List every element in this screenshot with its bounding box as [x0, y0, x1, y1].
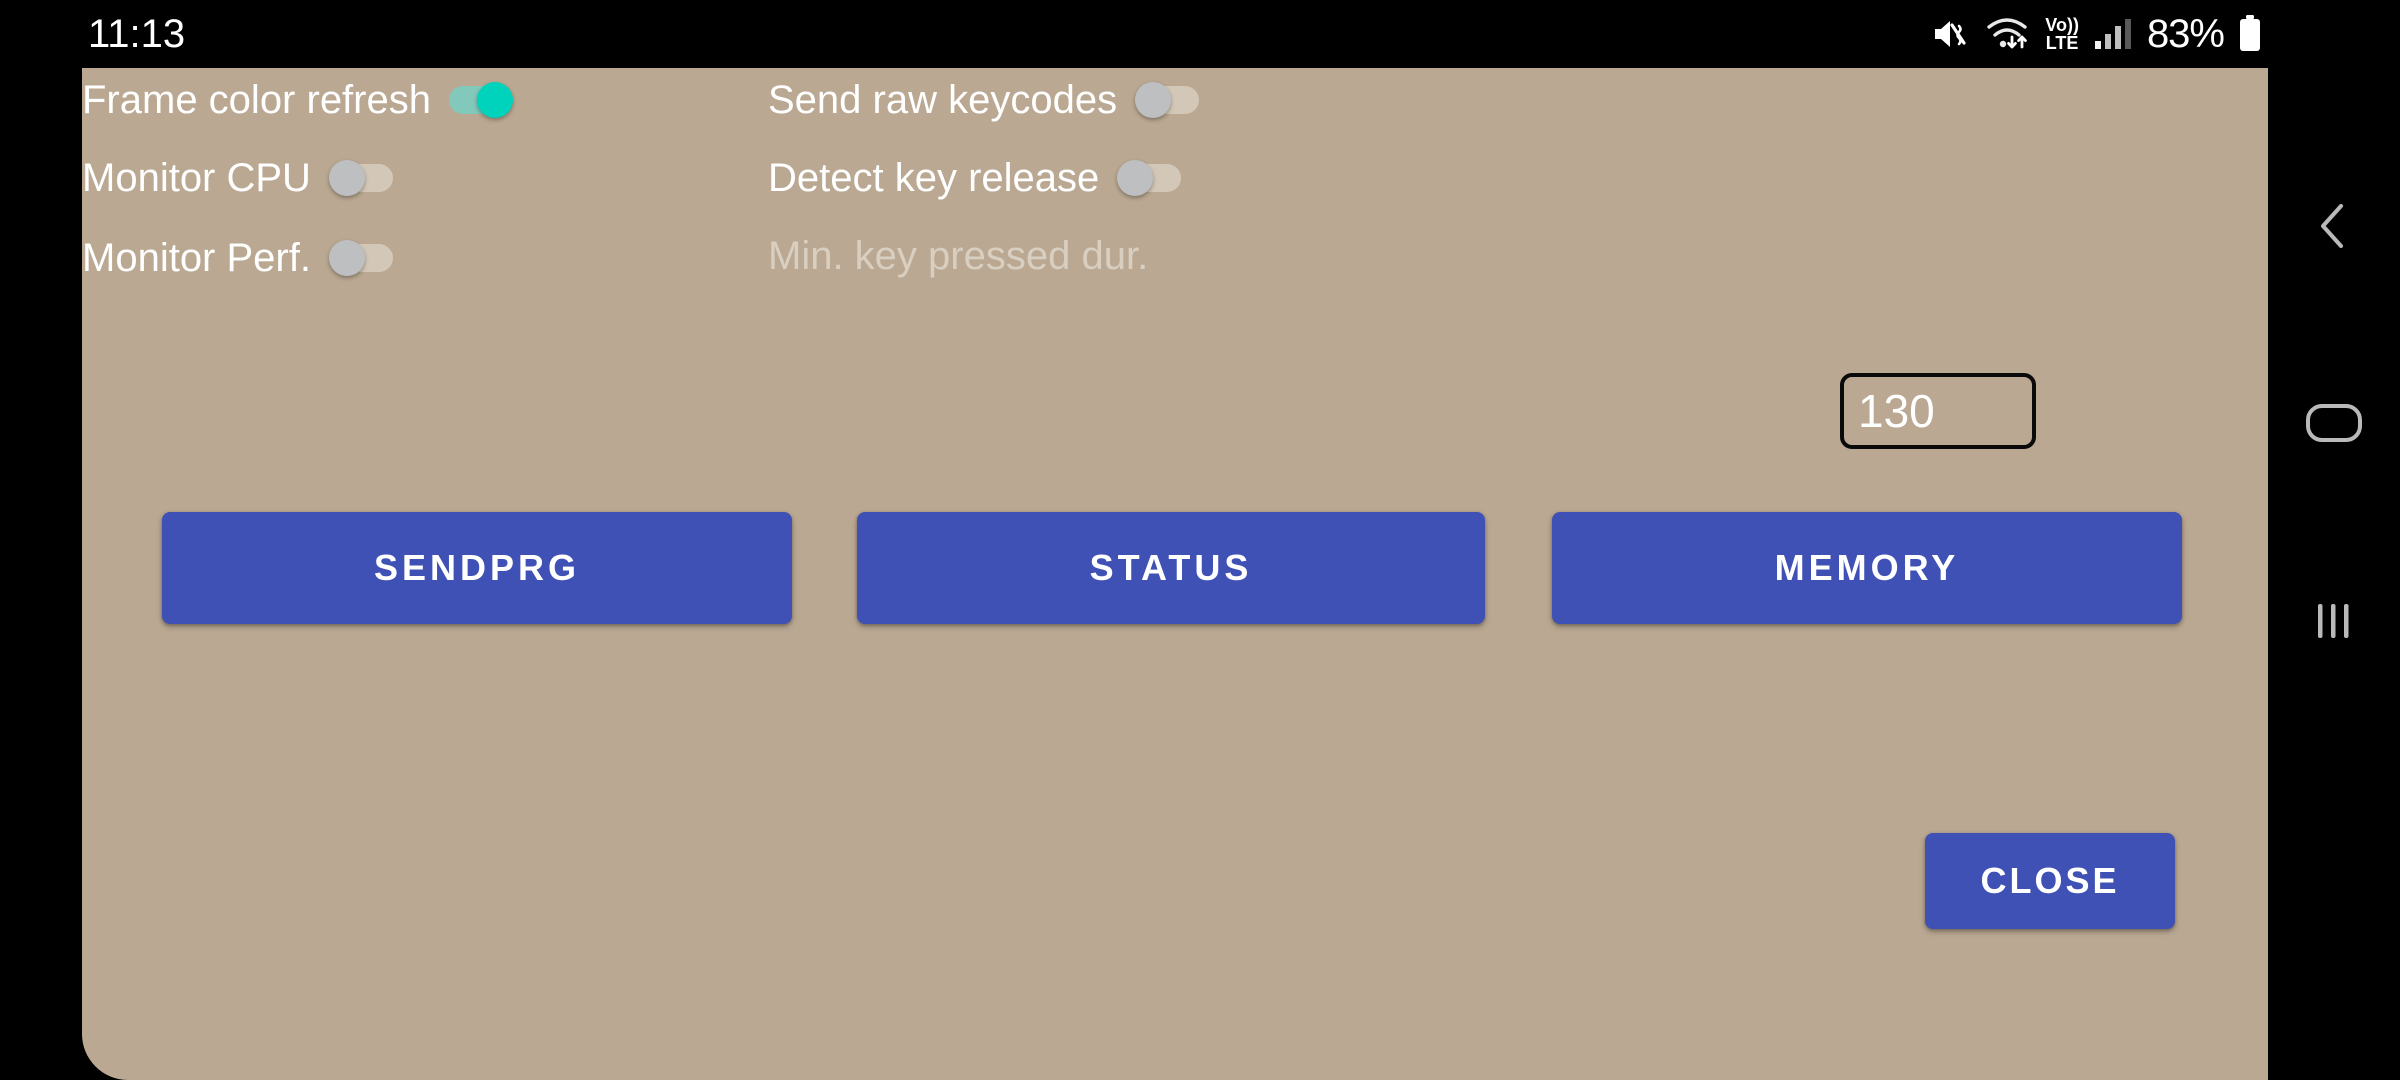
cellular-signal-icon [2093, 17, 2133, 51]
setting-row-min-key-pressed-dur: Min. key pressed dur. [768, 236, 1148, 276]
volte-icon: Vo)) LTE [2045, 16, 2079, 52]
toggle-send-raw-keycodes[interactable] [1135, 82, 1200, 118]
setting-row-monitor-cpu[interactable]: Monitor CPU [82, 158, 393, 198]
settings-dialog: Frame color refresh Monitor CPU Monitor … [82, 68, 2268, 1080]
toggle-thumb [328, 160, 365, 196]
sendprg-button[interactable]: SENDPRG [162, 512, 792, 624]
volte-label-top: Vo)) [2045, 15, 2079, 35]
close-button[interactable]: CLOSE [1925, 833, 2175, 929]
min-key-pressed-dur-value: 130 [1858, 385, 1935, 437]
toggle-monitor-cpu[interactable] [328, 160, 393, 196]
toggle-thumb [328, 240, 365, 276]
setting-label-min-key-pressed-dur: Min. key pressed dur. [768, 234, 1149, 278]
toggle-frame-color-refresh[interactable] [448, 82, 513, 118]
battery-icon [2238, 15, 2262, 53]
recents-icon[interactable] [2299, 586, 2369, 656]
setting-label-monitor-perf: Monitor Perf. [82, 236, 311, 280]
toggle-thumb [476, 82, 513, 118]
setting-row-detect-key-release[interactable]: Detect key release [768, 156, 1182, 200]
mute-vibrate-icon [1931, 16, 1971, 52]
status-bar: 11:13 Vo)) LTE 83% [0, 0, 2400, 68]
status-clock: 11:13 [88, 11, 186, 56]
setting-label-detect-key-release: Detect key release [768, 156, 1100, 200]
home-icon[interactable] [2299, 388, 2369, 458]
toggle-detect-key-release[interactable] [1117, 160, 1182, 196]
back-icon[interactable] [2299, 191, 2369, 261]
setting-row-frame-color-refresh[interactable]: Frame color refresh [82, 80, 513, 120]
wifi-icon [1985, 15, 2031, 53]
memory-button[interactable]: MEMORY [1552, 512, 2182, 624]
android-navigation-bar [2268, 68, 2400, 1080]
battery-percent-label: 83% [2146, 11, 2225, 56]
setting-label-monitor-cpu: Monitor CPU [82, 156, 311, 200]
setting-row-send-raw-keycodes[interactable]: Send raw keycodes [768, 78, 1200, 122]
min-key-pressed-dur-input[interactable]: 130 [1840, 373, 2036, 449]
status-button[interactable]: STATUS [857, 512, 1485, 624]
toggle-monitor-perf[interactable] [328, 240, 393, 276]
setting-label-send-raw-keycodes: Send raw keycodes [768, 78, 1118, 122]
status-icons-group: Vo)) LTE 83% [1931, 12, 2262, 57]
setting-label-frame-color-refresh: Frame color refresh [82, 78, 431, 122]
toggle-thumb [1135, 82, 1172, 118]
volte-label-bottom: LTE [2045, 33, 2079, 53]
setting-row-monitor-perf[interactable]: Monitor Perf. [82, 238, 393, 278]
